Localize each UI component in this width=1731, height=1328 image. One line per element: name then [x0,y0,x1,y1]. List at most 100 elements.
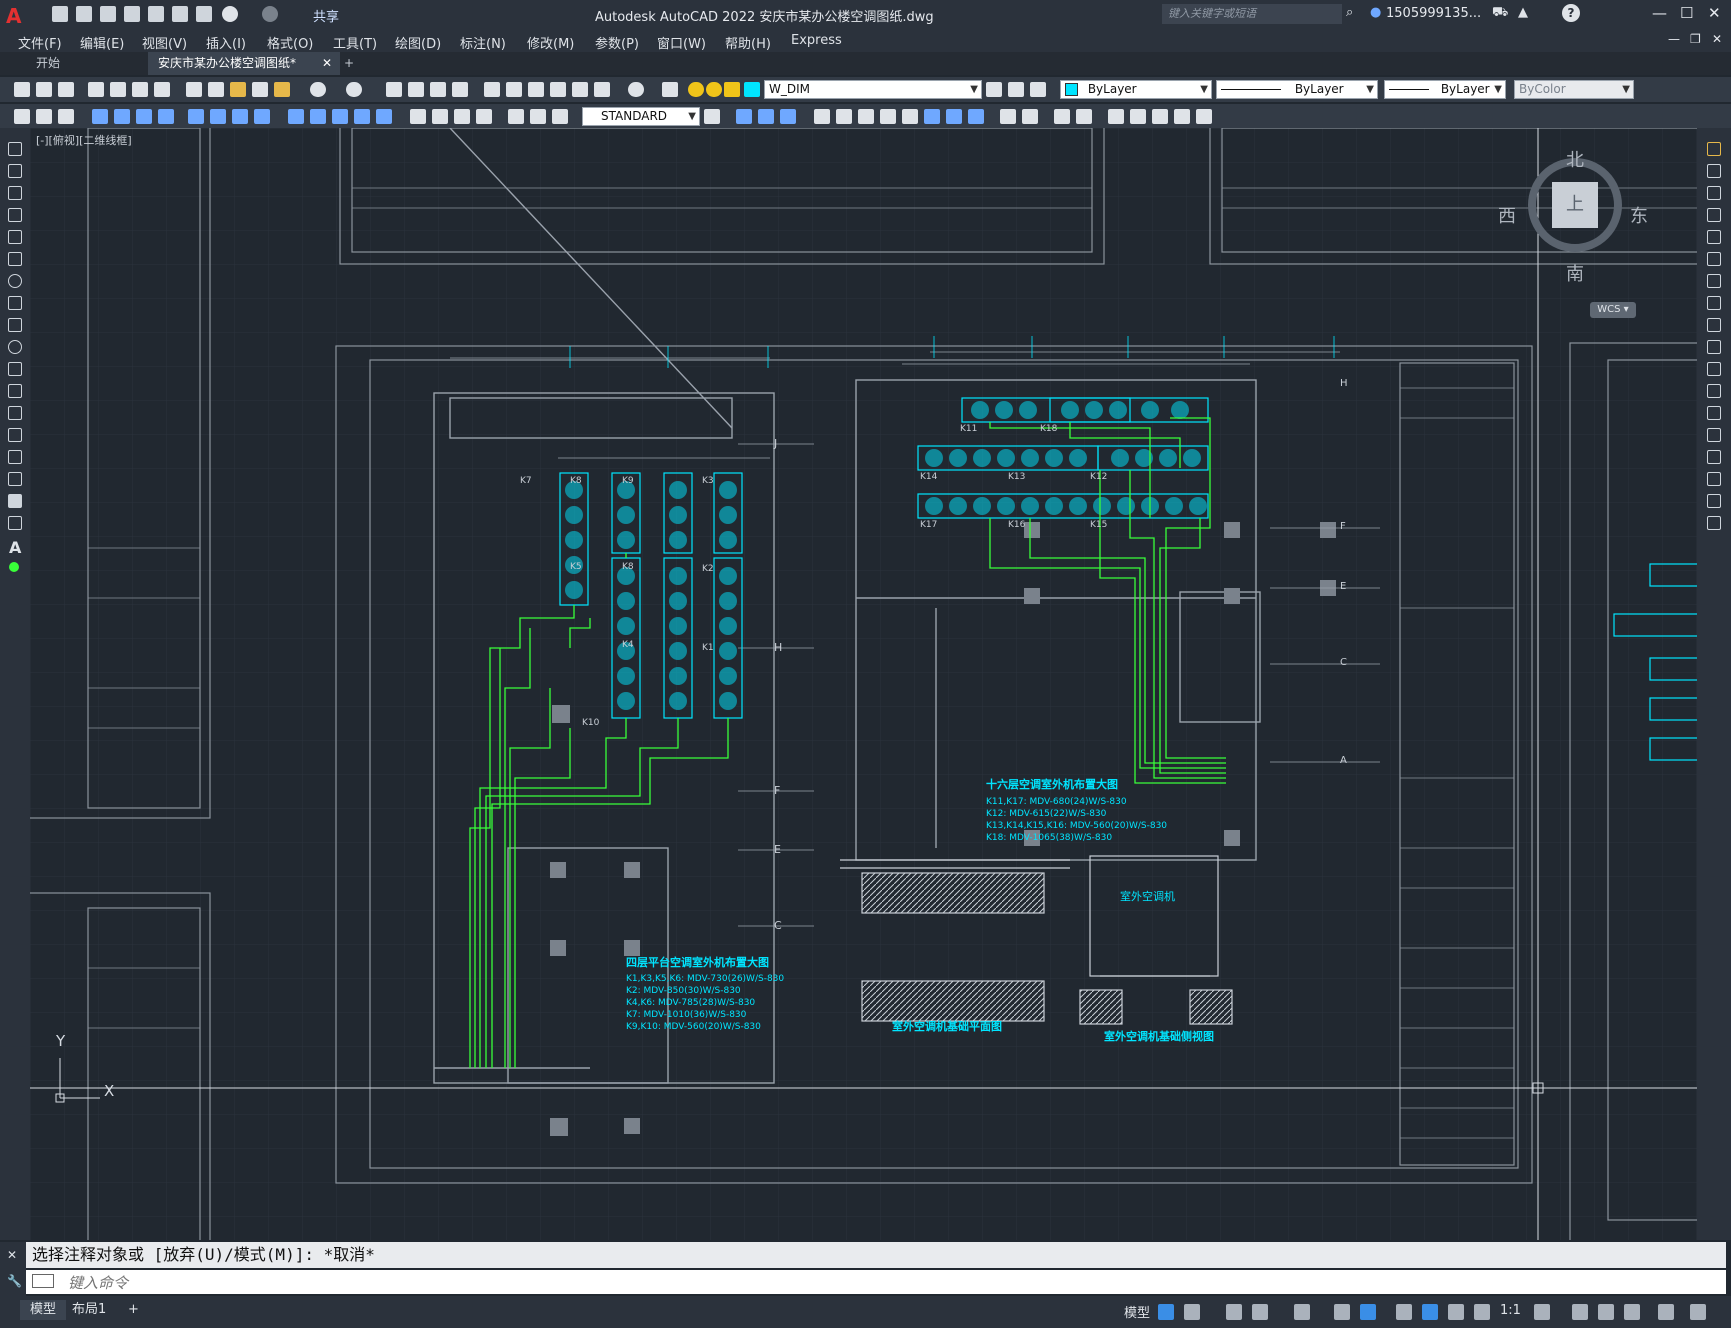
redo-icon[interactable] [262,6,278,22]
cart-icon[interactable]: ⛟ [1492,5,1508,22]
insert-block-icon[interactable] [1108,109,1124,124]
viewport-label[interactable]: [-][俯视][二维线框] [36,132,132,148]
radius-icon[interactable] [188,109,204,124]
autocad-logo-icon[interactable]: A [6,4,21,28]
polyline-icon[interactable] [8,186,22,200]
revcloud-icon[interactable] [8,296,22,310]
make-block-icon[interactable] [8,406,22,420]
menu-file[interactable]: 文件(F) [18,33,62,52]
break-point-icon[interactable] [1707,384,1721,398]
help-icon[interactable]: ? [1562,4,1580,22]
calculator-icon[interactable] [594,82,610,97]
save-as-icon[interactable] [124,6,140,22]
layer-on-icon[interactable] [688,82,704,97]
center-mark-icon[interactable] [432,109,448,124]
add-selected-icon[interactable] [9,562,19,572]
undo-icon[interactable] [310,82,326,97]
match-prop-icon[interactable] [252,82,268,97]
new-file-icon[interactable] [52,6,68,22]
osnap-icon[interactable] [1360,1304,1376,1320]
spline-icon[interactable] [8,318,22,332]
line-icon[interactable] [8,142,22,156]
paste-icon[interactable] [230,82,246,97]
tab-layout1[interactable]: 布局1 [62,1300,116,1320]
menu-dimension[interactable]: 标注(N) [460,33,506,52]
draworder-icon[interactable] [14,109,30,124]
join-icon[interactable] [1707,428,1721,442]
save-icon[interactable] [58,82,74,97]
ucs-view-icon[interactable] [924,109,940,124]
ortho-icon[interactable] [1226,1304,1242,1320]
menu-tools[interactable]: 工具(T) [333,33,377,52]
zoom-previous-icon[interactable] [452,82,468,97]
chamfer-icon[interactable] [1707,450,1721,464]
tool-palettes-icon[interactable] [528,82,544,97]
pan-icon[interactable] [386,82,402,97]
ucs-world-icon[interactable] [836,109,852,124]
ucs-origin-icon[interactable] [946,109,962,124]
close-icon[interactable]: ✕ [1708,4,1721,22]
design-center-icon[interactable] [506,82,522,97]
osnap-tracking-icon[interactable] [1334,1304,1350,1320]
plot-icon[interactable] [196,6,212,22]
menu-edit[interactable]: 编辑(E) [80,33,124,52]
array-icon[interactable] [1707,230,1721,244]
doc-close-icon[interactable]: ✕ [1712,32,1722,46]
inspect-icon[interactable] [454,109,470,124]
markup-icon[interactable] [572,82,588,97]
bring-front-icon[interactable] [36,109,52,124]
layer-dropdown[interactable]: W_DIM ▼ [764,80,982,99]
arc-length-icon[interactable] [136,109,152,124]
ellipse-arc-icon[interactable] [8,362,22,376]
command-input[interactable] [66,1272,1710,1294]
quick-dim-icon[interactable] [288,109,304,124]
maximize-icon[interactable]: ☐ [1680,4,1693,22]
menu-parametric[interactable]: 参数(P) [595,33,639,52]
dim-update-icon[interactable] [552,109,568,124]
menu-express[interactable]: Express [791,33,842,48]
tab-start[interactable]: 开始 [26,52,162,75]
customize-menu-icon[interactable] [1690,1304,1706,1320]
ellipse-icon[interactable] [8,340,22,354]
snap-icon[interactable] [1184,1304,1200,1320]
linetype-dropdown[interactable]: ByLayer ▼ [1216,80,1378,99]
dim-edit-icon[interactable] [508,109,524,124]
model-space-button[interactable]: 模型 [1124,1302,1150,1321]
drawing-canvas[interactable]: [-][俯视][二维线框] 四层平台空调室外机布置大图 K1,K3,K5,K6:… [30,128,1697,1240]
customize-icon[interactable]: 🔧 [7,1274,22,1288]
view-back-icon[interactable] [758,109,774,124]
menu-window[interactable]: 窗口(W) [657,33,706,52]
hardware-accel-icon[interactable] [1624,1304,1640,1320]
annotation-scale-value[interactable]: 1:1 [1500,1303,1521,1318]
annotation-scale-icon[interactable] [1474,1304,1490,1320]
aligned-dim-icon[interactable] [114,109,130,124]
fillet-icon[interactable] [1707,472,1721,486]
undo-icon[interactable] [222,6,238,22]
block-editor-icon[interactable] [274,82,290,97]
menu-draw[interactable]: 绘图(D) [395,33,441,52]
gear-icon[interactable] [1534,1304,1550,1320]
user-account[interactable]: 1505999135... [1386,6,1481,21]
isodraft-icon[interactable] [1294,1304,1310,1320]
image-icon[interactable] [1196,109,1212,124]
make-block-icon[interactable] [1130,109,1146,124]
help-icon[interactable] [628,82,644,97]
zoom-window-icon[interactable] [430,82,446,97]
plot-icon[interactable] [88,82,104,97]
polygon-icon[interactable] [8,208,22,222]
jogged-icon[interactable] [210,109,226,124]
make-current-layer-icon[interactable] [986,82,1002,97]
trim-icon[interactable] [1707,340,1721,354]
isolate-icon[interactable] [1598,1304,1614,1320]
circle-icon[interactable] [8,274,22,288]
wblock-icon[interactable] [1152,109,1168,124]
diameter-icon[interactable] [232,109,248,124]
tab-drawing[interactable]: 安庆市某办公楼空调图纸* ✕ [148,52,340,75]
add-layout-button[interactable]: + [118,1300,149,1320]
compass-south[interactable]: 南 [1566,260,1584,286]
view-front-icon[interactable] [736,109,752,124]
layer-thaw-icon[interactable] [706,82,722,97]
grid-icon[interactable] [1158,1304,1174,1320]
publish-icon[interactable] [132,82,148,97]
layer-state-icon[interactable] [1030,82,1046,97]
